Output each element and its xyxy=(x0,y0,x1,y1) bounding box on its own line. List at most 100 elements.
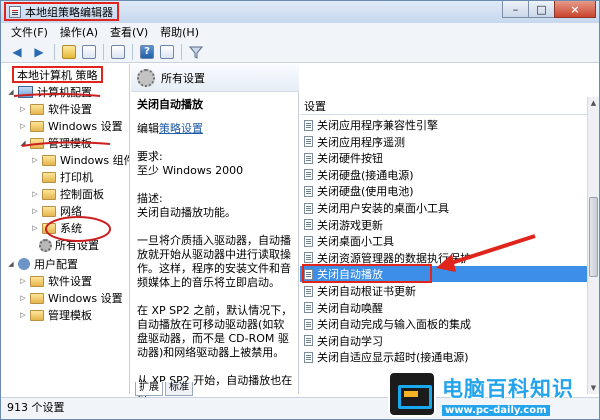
setting-row[interactable]: 关闭自动完成与输入面板的集成 xyxy=(300,316,587,332)
export-list-icon[interactable] xyxy=(111,44,125,59)
tree-item-user-config[interactable]: ◢ 用户配置 xyxy=(7,255,78,273)
setting-row[interactable]: 关闭桌面小工具 xyxy=(300,233,587,249)
tree-item-label: 软件设置 xyxy=(48,275,92,288)
tree-root-label: 本地计算机 策略 xyxy=(17,68,98,82)
expand-arrow-icon[interactable]: ◢ xyxy=(19,139,27,147)
tree-item-label: 打印机 xyxy=(60,171,93,184)
policy-setting-icon xyxy=(304,335,313,347)
setting-row[interactable]: 关闭应用程序遥测 xyxy=(300,134,587,150)
folder-icon xyxy=(30,275,44,287)
help-icon[interactable]: ? xyxy=(140,44,154,59)
close-button[interactable]: × xyxy=(554,1,596,18)
selection-highlight xyxy=(302,264,432,284)
tree-item-computer-config[interactable]: ◢ 计算机配置 xyxy=(7,83,92,101)
setting-row[interactable]: 关闭自动唤醒 xyxy=(300,300,587,316)
collapse-arrow-icon[interactable]: ▷ xyxy=(31,190,39,198)
requirements: 要求: 至少 Windows 2000 xyxy=(137,150,295,178)
collapse-arrow-icon[interactable]: ▷ xyxy=(31,224,39,232)
setting-row[interactable]: 关闭应用程序兼容性引擎 xyxy=(300,117,587,133)
menu-view[interactable]: 查看(V) xyxy=(110,24,148,40)
collapse-arrow-icon[interactable]: ▷ xyxy=(19,294,27,302)
tree-item-uc-windows[interactable]: ▷ Windows 设置 xyxy=(19,289,122,307)
pane-header-title: 所有设置 xyxy=(161,71,205,85)
setting-row-label: 关闭硬盘(接通电源) xyxy=(317,168,414,182)
scroll-thumb[interactable] xyxy=(589,197,598,277)
tree-item-uc-software[interactable]: ▷ 软件设置 xyxy=(19,272,92,290)
scroll-up-icon[interactable]: ▲ xyxy=(588,97,599,109)
tab-standard[interactable]: 标准 xyxy=(165,382,193,396)
setting-row[interactable]: 关闭硬盘(接通电源) xyxy=(300,167,587,183)
collapse-arrow-icon[interactable]: ▷ xyxy=(19,311,27,319)
expand-arrow-icon[interactable]: ◢ xyxy=(7,88,15,96)
description-paragraph: 一旦将介质插入驱动器，自动播放就开始从驱动器中进行读取操作。这样，程序的安装文件… xyxy=(137,234,291,289)
setting-row[interactable]: 关闭用户安装的桌面小工具 xyxy=(300,200,587,216)
tree-item-cc-software[interactable]: ▷ 软件设置 xyxy=(19,100,92,118)
collapse-arrow-icon[interactable]: ▷ xyxy=(31,207,39,215)
folder-icon xyxy=(42,205,56,217)
setting-row[interactable]: 关闭自动学习 xyxy=(300,333,587,349)
folder-icon xyxy=(30,309,44,321)
policy-setting-icon xyxy=(304,318,313,330)
back-arrow-icon[interactable]: ◀ xyxy=(9,44,25,60)
edit-prefix: 编辑 xyxy=(137,122,159,135)
setting-row-label: 关闭游戏更新 xyxy=(317,218,383,232)
policy-tree: 本地计算机 策略 ◢ 计算机配置 ▷ 软件设置 ▷ Windows 设置 ◢ 管… xyxy=(3,64,130,394)
setting-row-label: 关闭应用程序兼容性引擎 xyxy=(317,119,438,132)
setting-row[interactable]: 关闭自动根证书更新 xyxy=(300,283,587,299)
computer-icon xyxy=(18,86,33,98)
setting-row[interactable]: 关闭硬盘(使用电池) xyxy=(300,183,587,199)
collapse-arrow-icon[interactable]: ▷ xyxy=(31,156,39,164)
show-hide-tree-icon[interactable] xyxy=(82,44,96,59)
up-folder-icon[interactable] xyxy=(62,44,76,59)
tree-item-all-settings[interactable]: 所有设置 xyxy=(39,236,99,254)
expand-arrow-icon[interactable]: ◢ xyxy=(7,260,15,268)
setting-row-label: 关闭桌面小工具 xyxy=(317,235,394,249)
tree-item-printers[interactable]: 打印机 xyxy=(42,168,93,186)
settings-count: 913 个设置 xyxy=(7,401,65,414)
folder-icon xyxy=(30,120,44,132)
forward-arrow-icon[interactable]: ▶ xyxy=(31,44,47,60)
tree-item-label: 所有设置 xyxy=(55,239,99,252)
setting-row[interactable]: 关闭资源管理器的数据执行保护 xyxy=(300,250,587,266)
collapse-arrow-icon[interactable]: ▷ xyxy=(19,105,27,113)
tree-item-label: 管理模板 xyxy=(48,137,92,150)
setting-row[interactable]: 关闭硬件按钮 xyxy=(300,150,587,166)
edit-policy-link[interactable]: 策略设置 xyxy=(159,122,203,135)
vertical-scrollbar[interactable]: ▲ ▼ xyxy=(587,97,599,394)
tree-item-windows-components[interactable]: ▷ Windows 组件 xyxy=(31,151,129,169)
tree-item-label: 计算机配置 xyxy=(37,86,92,99)
policy-title: 关闭自动播放 xyxy=(137,98,203,111)
setting-row[interactable]: 关闭自适应显示超时(接通电源) xyxy=(300,349,587,365)
watermark-text: 电脑百科知识 www.pc-daily.com xyxy=(442,373,574,416)
column-header-setting[interactable]: 设置 xyxy=(300,98,587,115)
filter-icon[interactable] xyxy=(189,45,203,59)
requirements-value: 至少 Windows 2000 xyxy=(137,164,244,177)
tree-root[interactable]: 本地计算机 策略 xyxy=(12,66,103,83)
maximize-button[interactable]: □ xyxy=(528,1,554,18)
menu-help[interactable]: 帮助(H) xyxy=(160,24,199,40)
tab-extended[interactable]: 扩展 xyxy=(135,382,163,396)
properties-icon[interactable] xyxy=(160,44,174,59)
policy-setting-icon xyxy=(304,252,313,264)
policy-setting-icon xyxy=(304,136,313,148)
tree-item-control-panel[interactable]: ▷ 控制面板 xyxy=(31,185,104,203)
collapse-arrow-icon[interactable]: ▷ xyxy=(19,122,27,130)
menu-file[interactable]: 文件(F) xyxy=(11,24,48,40)
tree-item-uc-admin[interactable]: ▷ 管理模板 xyxy=(19,306,92,324)
tree-item-network[interactable]: ▷ 网络 xyxy=(31,202,82,220)
tree-item-cc-windows[interactable]: ▷ Windows 设置 xyxy=(19,117,122,135)
menu-action[interactable]: 操作(A) xyxy=(60,24,98,40)
collapse-arrow-icon[interactable]: ▷ xyxy=(19,277,27,285)
settings-list: 设置 关闭应用程序兼容性引擎 关闭应用程序遥测 关闭硬件按钮 关闭硬盘(接通电源) 关闭… xyxy=(300,64,587,394)
setting-row-label: 关闭硬件按钮 xyxy=(317,152,383,166)
minimize-button[interactable]: – xyxy=(502,1,528,18)
tree-item-system[interactable]: ▷ 系统 xyxy=(31,219,82,237)
title-bar[interactable]: 本地组策略编辑器 – □ × xyxy=(1,1,599,23)
toolbar-divider xyxy=(103,43,104,60)
tree-item-label: 软件设置 xyxy=(48,103,92,116)
tree-item-admin-templates[interactable]: ◢ 管理模板 xyxy=(19,134,92,152)
setting-row-label: 关闭自动完成与输入面板的集成 xyxy=(317,318,471,332)
setting-row-label: 关闭自适应显示超时(接通电源) xyxy=(317,351,469,365)
setting-row[interactable]: 关闭游戏更新 xyxy=(300,217,587,233)
policy-setting-icon xyxy=(304,351,313,363)
